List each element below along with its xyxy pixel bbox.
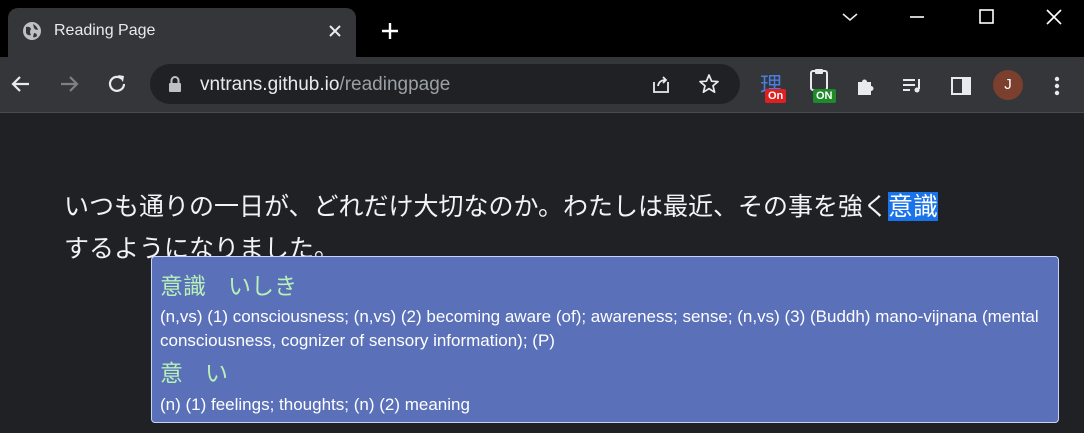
- extension-badge-on: On: [765, 89, 787, 103]
- entry-definition: (n,vs) (1) consciousness; (n,vs) (2) bec…: [160, 307, 1039, 350]
- lock-icon[interactable]: [168, 76, 182, 92]
- entry-word: 意: [160, 361, 183, 387]
- dictionary-popup: 意識 いしき (n,vs) (1) consciousness; (n,vs) …: [151, 256, 1059, 423]
- side-panel-icon[interactable]: [949, 74, 973, 98]
- tab-reading-page[interactable]: Reading Page: [8, 8, 356, 57]
- entry-heading: 意 い: [160, 354, 228, 388]
- dictionary-extension-icon[interactable]: 理 On: [758, 68, 792, 104]
- entry-word: 意識: [160, 274, 206, 300]
- tab-title: Reading Page: [54, 22, 156, 39]
- forward-icon[interactable]: [57, 72, 81, 96]
- reading-list-icon[interactable]: [900, 74, 924, 98]
- profile-avatar[interactable]: J: [993, 70, 1023, 100]
- clipboard-extension-icon[interactable]: ON: [806, 68, 840, 104]
- chevron-down-icon[interactable]: [839, 8, 861, 26]
- bookmark-star-icon[interactable]: [698, 73, 720, 95]
- menu-dots-icon[interactable]: [1047, 74, 1067, 98]
- extensions-puzzle-icon[interactable]: [854, 74, 878, 98]
- minimize-icon[interactable]: [906, 8, 928, 26]
- close-window-icon[interactable]: [1043, 8, 1065, 26]
- entry-reading: いしき: [227, 274, 297, 300]
- entry-heading: 意識 いしき: [160, 267, 297, 301]
- new-tab-icon[interactable]: [380, 21, 400, 41]
- highlighted-word[interactable]: 意識: [888, 192, 939, 221]
- extension-badge-on-2: ON: [813, 89, 836, 103]
- url-host: vntrans.github.io: [200, 74, 340, 95]
- reload-icon[interactable]: [105, 72, 129, 96]
- close-tab-icon[interactable]: [326, 22, 344, 40]
- entry-definition: (n) (1) feelings; thoughts; (n) (2) mean…: [160, 395, 470, 414]
- back-icon[interactable]: [9, 72, 33, 96]
- url-path: /readingpage: [339, 74, 451, 95]
- address-bar[interactable]: vntrans.github.io/readingpage: [150, 64, 740, 104]
- share-icon[interactable]: [650, 73, 672, 95]
- globe-icon: [23, 22, 41, 40]
- entry-reading: い: [204, 361, 228, 387]
- maximize-icon[interactable]: [975, 8, 997, 26]
- text-before-highlight: いつも通りの一日が、どれだけ大切なのか。わたしは最近、その事を強く: [64, 192, 889, 221]
- url-text[interactable]: vntrans.github.io/readingpage: [200, 74, 450, 96]
- tab-strip: Reading Page: [0, 0, 1084, 57]
